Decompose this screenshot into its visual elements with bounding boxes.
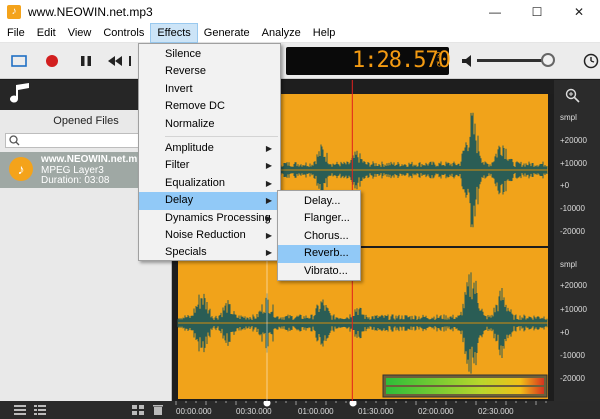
submenu-arrow-icon: ▶ [265,161,272,171]
ruler-label: +0 [560,181,570,190]
effects-item-noise-reduction[interactable]: Noise Reduction ▶ [139,227,280,244]
level-meter-right [386,387,544,394]
play-icon [129,56,131,66]
submenu-arrow-icon: ▶ [265,143,272,153]
ruler-label: -20000 [560,227,585,236]
speaker-icon [462,55,471,67]
delay-item-vibrato[interactable]: Vibrato... [278,263,360,280]
rewind-icon [108,56,122,66]
effects-item-specials[interactable]: Specials ▶ [139,244,280,261]
submenu-arrow-icon: ▶ [265,196,272,206]
effects-item-normalize[interactable]: Normalize [139,116,280,133]
timeline-label: 00:30.000 [236,407,272,416]
time-display-options-icon[interactable]: ? ↻ [436,51,446,69]
history-button[interactable] [582,52,600,70]
effects-item-invert[interactable]: Invert [139,81,280,98]
menu-help[interactable]: Help [307,23,342,43]
grid-view-icon[interactable] [132,405,144,415]
ruler-label: +20000 [560,281,587,290]
clock-icon [583,53,599,69]
effects-item-dynamics-processing[interactable]: Dynamics Processing ▶ [139,210,280,227]
volume-slider-thumb[interactable] [541,53,555,67]
status-bar: 00:00.000 00:30.000 01:00.000 01:30.000 … [0,401,600,419]
effects-item-filter[interactable]: Filter ▶ [139,157,280,174]
zoom-icon[interactable] [565,88,581,104]
volume-button[interactable] [460,52,478,70]
effects-item-equalization[interactable]: Equalization ▶ [139,175,280,192]
window-icon [11,55,27,67]
timeline-ruler[interactable]: 00:00.000 00:30.000 01:00.000 01:30.000 … [172,401,554,419]
delay-item-delay[interactable]: Delay... [278,193,360,210]
playhead-marker[interactable] [349,401,357,407]
file-duration: Duration: 03:08 [41,175,110,186]
maximize-button[interactable]: ☐ [516,0,558,23]
amplitude-ruler: smpl +20000 +10000 +0 -10000 -20000 smpl… [554,80,600,401]
effects-item-remove-dc[interactable]: Remove DC [139,98,280,115]
search-icon [9,135,20,146]
pause-button[interactable] [77,52,95,70]
time-readout: 1:28.570 [352,48,451,73]
window-title: www.NEOWIN.net.mp3 [28,4,153,19]
ruler-label: +20000 [560,136,587,145]
pause-icon [81,56,91,66]
detail-view-icon[interactable] [34,405,46,415]
list-view-icon[interactable] [14,405,26,415]
menu-controls[interactable]: Controls [97,23,150,43]
view-toggle-button[interactable] [10,52,28,70]
timeline-label: 02:30.000 [478,407,514,416]
ruler-label: +10000 [560,159,587,168]
ruler-label: smpl [560,260,577,269]
menu-generate[interactable]: Generate [198,23,256,43]
submenu-arrow-icon: ▶ [265,230,272,240]
rewind-button[interactable] [106,52,124,70]
ruler-label: -20000 [560,374,585,383]
record-button[interactable] [43,52,61,70]
record-icon [46,55,58,67]
ruler-label: smpl [560,113,577,122]
effects-item-reverse[interactable]: Reverse [139,63,280,80]
delay-item-reverb[interactable]: Reverb... [278,245,360,263]
effects-item-silence[interactable]: Silence [139,46,280,63]
delay-item-chorus[interactable]: Chorus... [278,228,360,245]
volume-slider[interactable] [477,59,551,62]
menu-file[interactable]: File [0,23,31,43]
minimize-button[interactable]: — [474,0,516,23]
submenu-arrow-icon: ▶ [265,178,272,188]
file-name: www.NEOWIN.net.mp3 [41,154,149,165]
delay-submenu: Delay... Flanger... Chorus... Reverb... … [277,190,361,281]
music-note-icon [10,83,29,103]
menu-bar: File Edit View Controls Effects Generate… [0,22,600,43]
menu-effects[interactable]: Effects [150,22,198,43]
ruler-label: +10000 [560,305,587,314]
timeline-label: 02:00.000 [418,407,454,416]
play-button[interactable] [128,52,136,70]
timeline-label: 01:30.000 [358,407,394,416]
effects-item-amplitude[interactable]: Amplitude ▶ [139,140,280,157]
submenu-arrow-icon: ▶ [265,248,272,258]
submenu-arrow-icon: ▶ [265,213,272,223]
title-bar: ♪ www.NEOWIN.net.mp3 — ☐ ✕ [0,0,600,23]
audio-file-icon: ♪ [9,157,33,181]
app-icon: ♪ [7,4,21,19]
selection-start-marker[interactable] [263,401,271,407]
timeline-label: 01:00.000 [298,407,334,416]
close-button[interactable]: ✕ [558,0,600,23]
menu-separator [165,135,278,137]
ruler-label: -10000 [560,204,585,213]
effects-menu: Silence Reverse Invert Remove DC Normali… [138,43,281,261]
menu-analyze[interactable]: Analyze [256,23,307,43]
trash-icon[interactable] [152,405,164,415]
ruler-label: +0 [560,328,570,337]
level-meter-left [386,378,544,385]
menu-edit[interactable]: Edit [31,23,62,43]
ruler-label: -10000 [560,351,585,360]
menu-view[interactable]: View [62,23,98,43]
delay-item-flanger[interactable]: Flanger... [278,210,360,227]
effects-item-delay[interactable]: Delay ▶ [139,192,280,210]
timeline-label: 00:00.000 [176,407,212,416]
